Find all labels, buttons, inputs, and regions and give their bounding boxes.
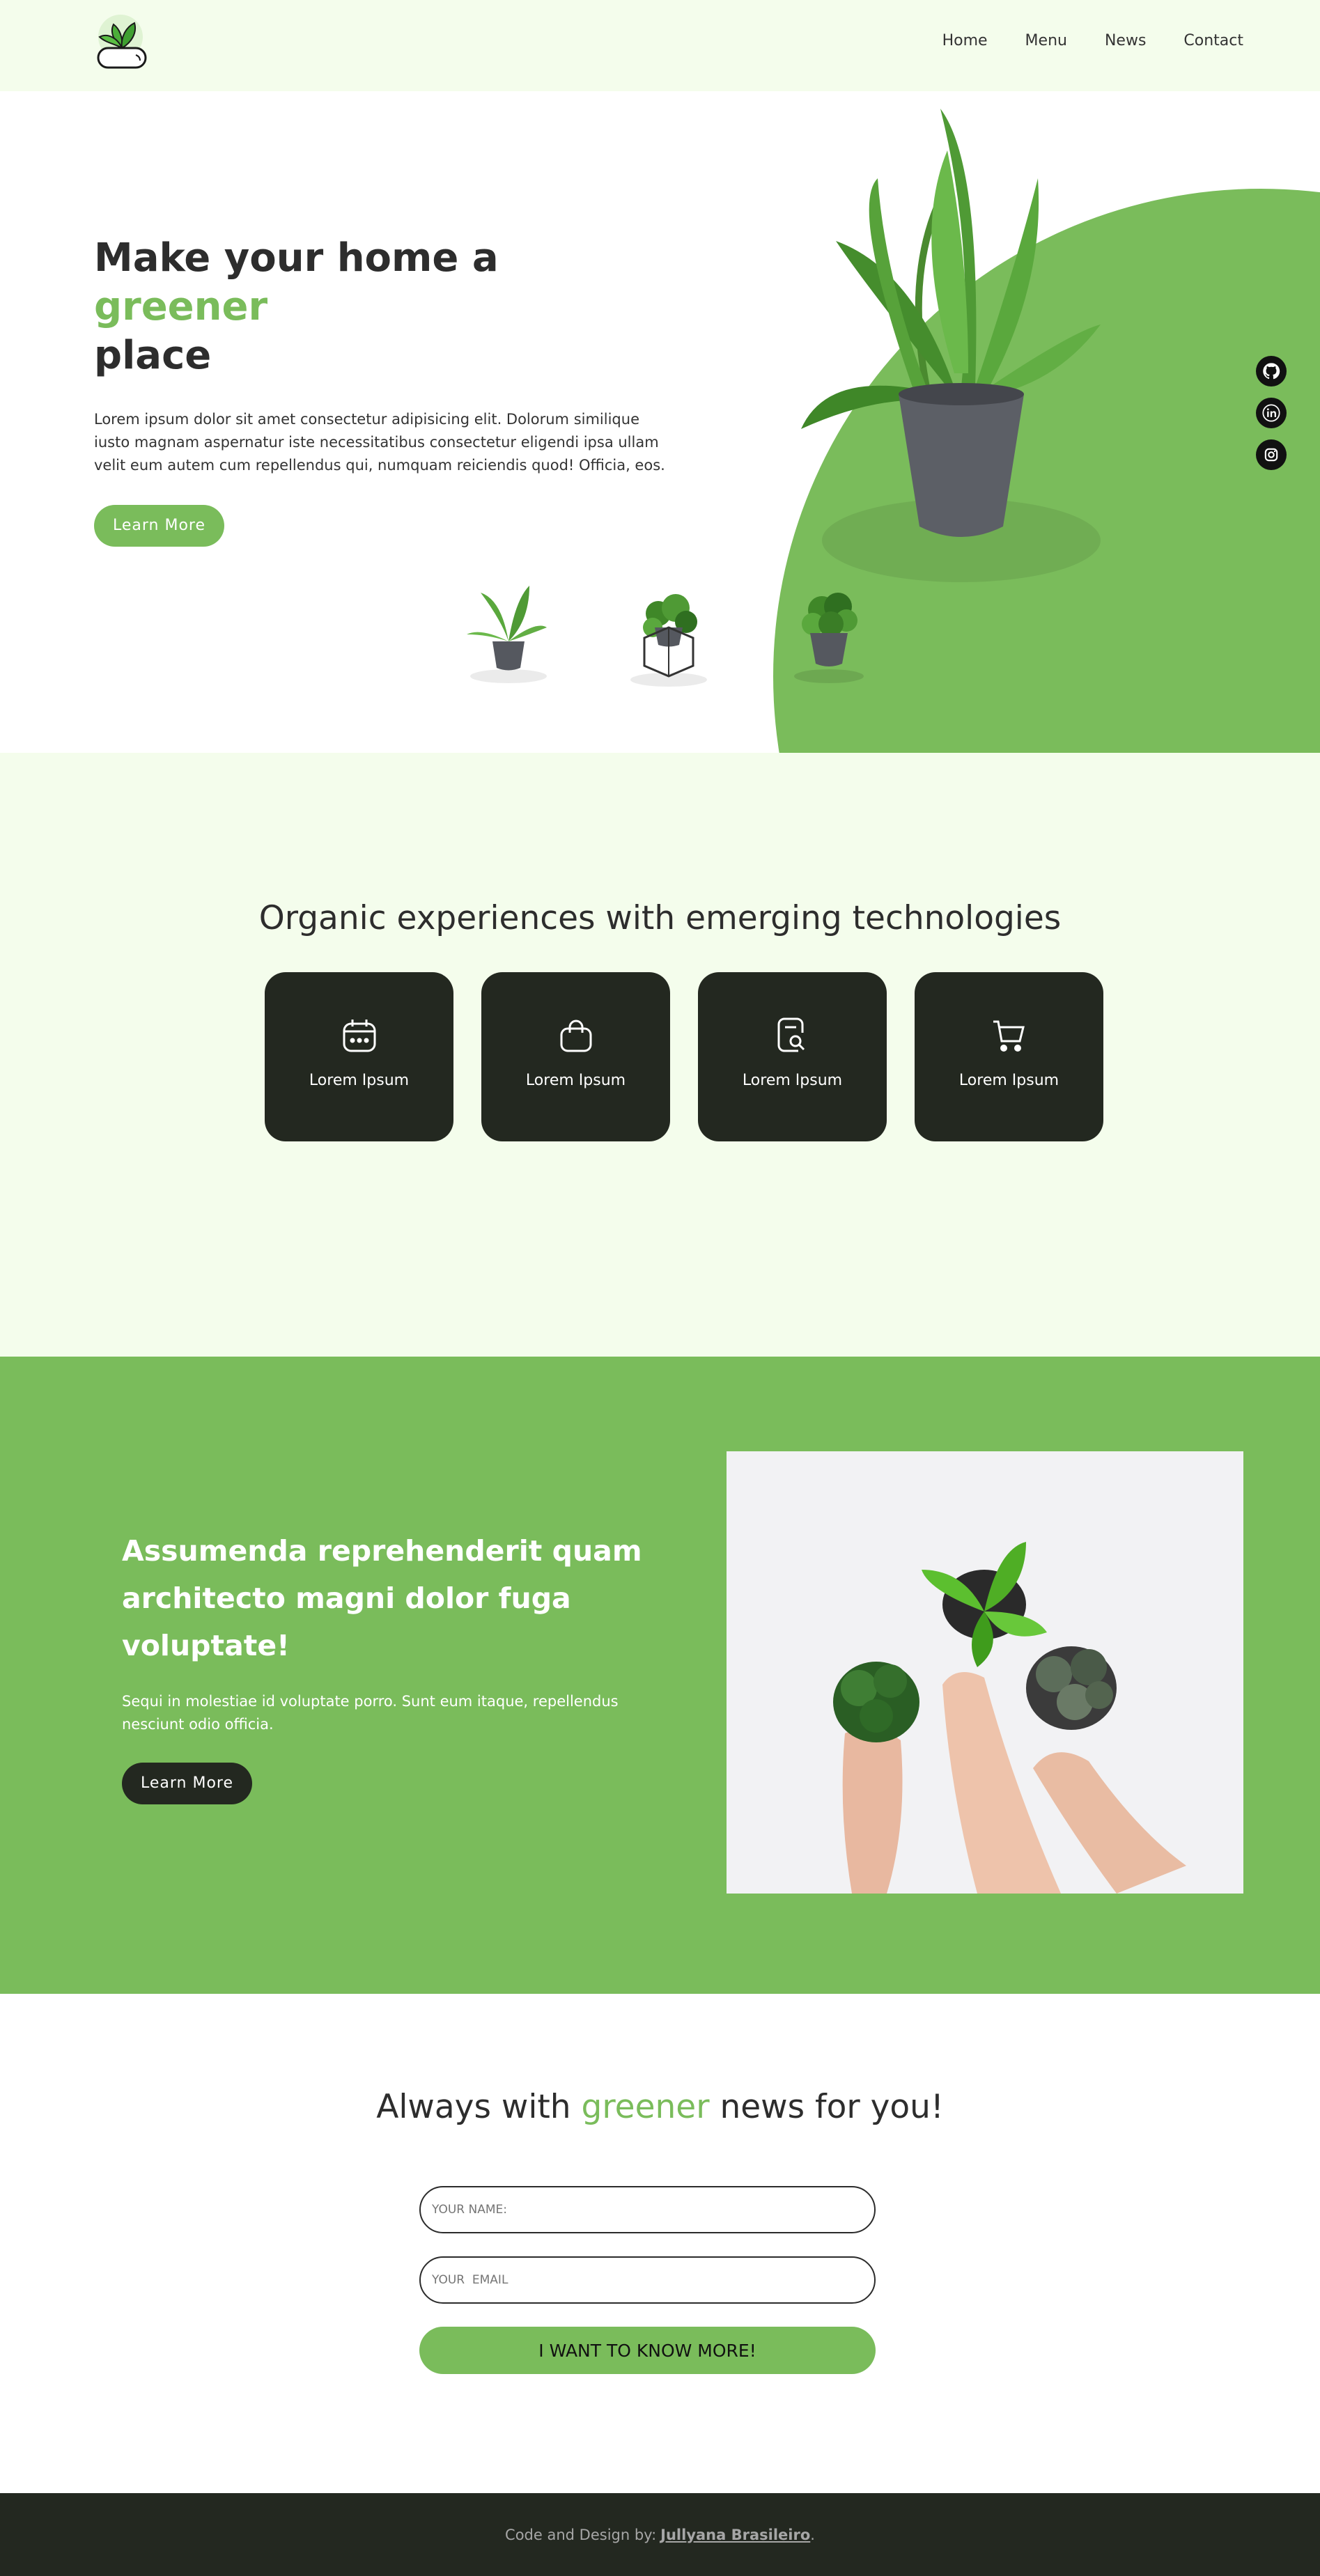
footer-suffix: . [810,2526,815,2543]
promo-title: Assumenda reprehenderit quam architecto … [122,1534,642,1662]
promo-section: Assumenda reprehenderit quam architecto … [0,1357,1320,1994]
hero-title-end: place [94,333,212,378]
feature-card-label: Lorem Ipsum [958,1072,1059,1089]
submit-button[interactable]: I WANT TO KNOW MORE! [419,2327,876,2374]
newsletter-title-end: news for you! [709,2088,944,2126]
hero-description: Lorem ipsum dolor sit amet consectetur a… [94,411,665,474]
feature-card-bag[interactable]: Lorem Ipsum [481,972,670,1141]
newsletter-title: Always with greener news for you! [0,2088,1320,2126]
nav-links: Home Menu News Contact [942,32,1243,49]
hands-holding-plants-image [727,1451,1243,1894]
document-search-icon [777,1017,805,1052]
social-links [1256,356,1287,470]
calendar-icon [343,1020,375,1052]
email-input[interactable] [419,2256,876,2304]
cart-icon [993,1020,1025,1052]
features-section: Organic experiences with emerging techno… [0,753,1320,1357]
mini-plant-3-image[interactable] [770,572,888,690]
hero-section: Make your home a greener place Lorem ips… [0,91,1320,753]
hero-title-accent: greener [94,284,268,329]
feature-card-cart[interactable]: Lorem Ipsum [915,972,1103,1141]
nav-link-news[interactable]: News [1105,32,1146,49]
feature-cards: Lorem Ipsum Lorem Ipsum Lorem Ipsum Lore… [265,972,1103,1141]
newsletter-section: Always with greener news for you! I WANT… [0,1994,1320,2493]
mini-plant-1-image[interactable] [449,572,568,690]
hero-title-start: Make your home a [94,235,499,281]
top-navigation: Home Menu News Contact [0,0,1320,91]
feature-card-label: Lorem Ipsum [525,1072,626,1089]
hero-text: Make your home a greener place Lorem ips… [94,234,665,547]
mini-plant-2-image[interactable] [609,572,728,690]
feature-card-label: Lorem Ipsum [309,1072,410,1089]
plant-pot-logo[interactable] [94,12,151,73]
hero-title: Make your home a greener place [94,234,665,380]
nav-link-home[interactable]: Home [942,32,988,49]
author-link[interactable]: Jullyana Brasileiro [660,2527,810,2543]
feature-card-calendar[interactable]: Lorem Ipsum [265,972,453,1141]
linkedin-icon[interactable] [1256,398,1287,428]
feature-card-search[interactable]: Lorem Ipsum [698,972,887,1141]
shopping-bag-icon [560,1020,591,1052]
promo-text: Assumenda reprehenderit quam architecto … [122,1527,651,1804]
footer-credit-text: Code and Design by: [505,2526,657,2543]
newsletter-form: I WANT TO KNOW MORE! [419,2186,876,2374]
github-icon[interactable] [1256,356,1287,387]
newsletter-title-start: Always with [376,2088,582,2126]
large-potted-plant-image [801,109,1101,582]
promo-description: Sequi in molestiae id voluptate porro. S… [122,1693,619,1733]
promo-learn-more-button[interactable]: Learn More [122,1763,252,1804]
instagram-icon[interactable] [1256,439,1287,470]
newsletter-title-accent: greener [581,2088,710,2126]
nav-link-contact[interactable]: Contact [1183,32,1243,49]
name-input[interactable] [419,2186,876,2233]
features-title: Organic experiences with emerging techno… [258,899,1062,937]
feature-card-label: Lorem Ipsum [742,1072,843,1089]
hero-learn-more-button[interactable]: Learn More [94,505,224,547]
footer: Code and Design by: Jullyana Brasileiro … [0,2493,1320,2576]
nav-link-menu[interactable]: Menu [1025,32,1067,49]
